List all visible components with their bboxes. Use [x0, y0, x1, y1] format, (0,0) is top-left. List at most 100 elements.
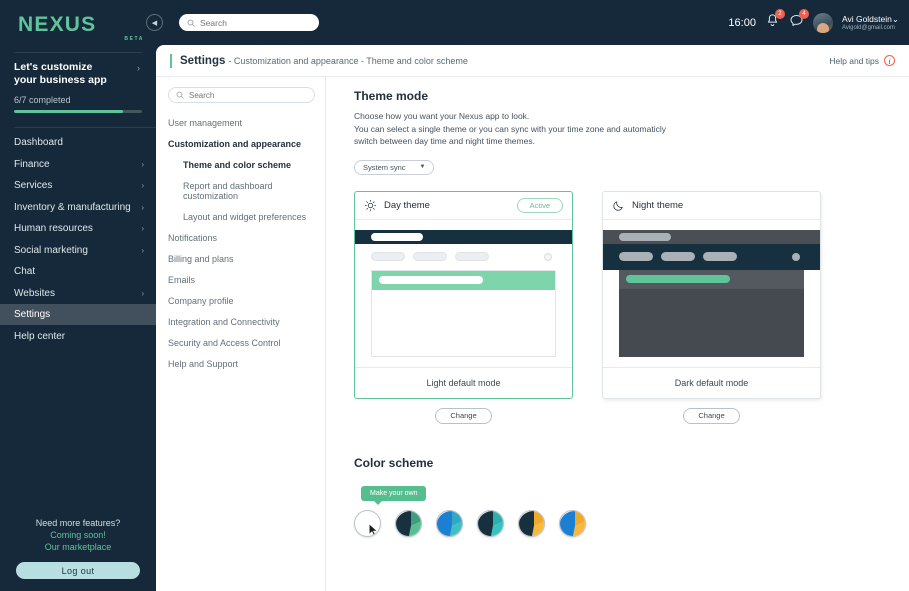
- sidebar-item-websites[interactable]: Websites ›: [14, 283, 156, 304]
- search-input[interactable]: [200, 17, 311, 28]
- submenu-item-emails[interactable]: Emails: [168, 269, 315, 290]
- sidebar-item-label: Chat: [14, 266, 36, 277]
- sidebar-item-help-center[interactable]: Help center: [14, 326, 156, 347]
- chevron-down-icon: ⌄: [891, 13, 899, 24]
- theme-mode-heading: Theme mode: [354, 89, 429, 103]
- chevron-right-icon: ›: [137, 63, 140, 73]
- need-features-label: Need more features?: [35, 518, 121, 528]
- day-theme-card[interactable]: Day theme Active Light default mode: [354, 190, 573, 399]
- day-theme-header: Day theme Active: [355, 192, 572, 220]
- submenu-item-layout-widget[interactable]: Layout and widget preferences: [168, 206, 315, 227]
- moon-icon: [613, 200, 623, 211]
- page-title: Settings: [180, 54, 226, 67]
- day-theme-change-button[interactable]: Change: [435, 407, 492, 424]
- sidebar-item-dashboard[interactable]: Dashboard: [14, 132, 156, 153]
- sidebar: NEXUS BETA Let's customize your business…: [0, 0, 156, 591]
- submenu-search[interactable]: [168, 87, 315, 103]
- submenu-item-security[interactable]: Security and Access Control: [168, 332, 315, 353]
- onboarding-promo[interactable]: Let's customize your business app › 6/7 …: [14, 52, 142, 113]
- theme-desc-line-3: switch between day time and night time t…: [354, 136, 535, 146]
- sidebar-item-inventory[interactable]: Inventory & manufacturing ›: [14, 197, 156, 218]
- avatar[interactable]: [812, 12, 833, 33]
- submenu-item-help-support[interactable]: Help and Support: [168, 353, 315, 374]
- make-your-own-tooltip: Make your own: [361, 485, 427, 505]
- chevron-right-icon: ›: [141, 202, 144, 212]
- clock: 16:00: [728, 16, 756, 29]
- preview-content-panel: [619, 269, 804, 357]
- system-sync-value: System sync: [363, 162, 406, 172]
- sun-icon: [364, 199, 377, 211]
- preview-topbar: [355, 229, 572, 244]
- swatch-pie: [437, 510, 462, 536]
- preview-toolbar: [355, 243, 572, 270]
- user-menu[interactable]: Avi Goldstein⌄ Avigold@gmail.com: [842, 14, 899, 32]
- notifications-button[interactable]: 2: [765, 8, 785, 33]
- preview-chip: [455, 252, 489, 261]
- collapse-sidebar-icon[interactable]: ◀: [146, 14, 163, 31]
- chevron-down-icon: ▼: [419, 164, 426, 170]
- sidebar-item-human-resources[interactable]: Human resources ›: [14, 218, 156, 239]
- sidebar-item-label: Websites: [14, 287, 55, 299]
- swatch-pie: [396, 510, 421, 536]
- promo-progress-label: 6/7 completed: [14, 95, 71, 105]
- theme-desc-line-2: You can select a single theme or you can…: [354, 123, 666, 134]
- swatch-blue-amber[interactable]: [559, 509, 586, 537]
- preview-chip: [371, 252, 405, 261]
- sidebar-item-settings[interactable]: Settings: [0, 304, 156, 325]
- brand-logo[interactable]: NEXUS BETA: [0, 0, 156, 46]
- submenu-item-report-dashboard[interactable]: Report and dashboard customization: [168, 175, 315, 206]
- night-theme-preview: [603, 219, 820, 367]
- swatch-blue-teal[interactable]: [436, 509, 463, 537]
- chevron-right-icon: ›: [141, 288, 144, 298]
- marketplace-link[interactable]: Our marketplace: [0, 542, 156, 552]
- settings-content: Theme mode Choose how you want your Nexu…: [326, 77, 909, 591]
- day-theme-preview: [355, 219, 572, 367]
- submenu-item-notifications[interactable]: Notifications: [168, 227, 315, 248]
- sidebar-item-chat[interactable]: Chat: [14, 261, 156, 282]
- submenu-item-customization[interactable]: Customization and appearance: [168, 133, 315, 154]
- submenu-item-user-management[interactable]: User management: [168, 112, 315, 133]
- system-sync-dropdown[interactable]: System sync ▼: [354, 159, 435, 175]
- preview-logo-pill: [619, 232, 671, 241]
- promo-line-1: Let's customize: [14, 61, 93, 73]
- swatch-pie: [519, 510, 544, 536]
- submenu-item-theme-color-scheme[interactable]: Theme and color scheme: [168, 154, 315, 175]
- submenu-item-company-profile[interactable]: Company profile: [168, 290, 315, 311]
- swatch-dark-green[interactable]: [395, 509, 422, 537]
- sidebar-footer: Need more features? Coming soon! Our mar…: [0, 518, 156, 579]
- theme-desc-line-1: Choose how you want your Nexus app to lo…: [354, 111, 530, 121]
- coming-soon-link[interactable]: Coming soon!: [0, 530, 156, 540]
- info-icon: i: [884, 55, 895, 66]
- messages-button[interactable]: 4: [789, 8, 809, 33]
- sidebar-item-label: Dashboard: [14, 137, 63, 148]
- theme-cards: Day theme Active Light default mode Nigh…: [354, 190, 895, 399]
- night-theme-change-button[interactable]: Change: [683, 407, 740, 424]
- submenu-item-integration[interactable]: Integration and Connectivity: [168, 311, 315, 332]
- swatch-make-your-own[interactable]: [354, 509, 381, 537]
- sidebar-item-social-marketing[interactable]: Social marketing ›: [14, 240, 156, 261]
- day-theme-footer: Light default mode: [355, 366, 572, 398]
- global-search[interactable]: [179, 14, 319, 31]
- sidebar-item-label: Inventory & manufacturing: [14, 201, 131, 213]
- main-nav: Dashboard Finance › Services › Inventory…: [0, 127, 156, 347]
- night-theme-card[interactable]: Night theme Dark default mode: [602, 190, 821, 399]
- swatch-navy-amber[interactable]: [518, 509, 545, 537]
- help-and-tips-button[interactable]: Help and tips i: [829, 55, 895, 66]
- logout-button[interactable]: Log out: [16, 562, 140, 579]
- top-bar: ◀ 16:00 2 4: [146, 0, 909, 45]
- swatch-navy-teal[interactable]: [477, 509, 504, 537]
- submenu-item-billing-plans[interactable]: Billing and plans: [168, 248, 315, 269]
- preview-chip: [413, 252, 447, 261]
- chevron-right-icon: ›: [141, 245, 144, 255]
- sidebar-item-label: Settings: [14, 309, 51, 320]
- sidebar-item-label: Services: [14, 180, 53, 191]
- color-swatches: [354, 509, 895, 537]
- sidebar-item-label: Social marketing: [14, 244, 88, 256]
- sidebar-item-finance[interactable]: Finance ›: [14, 154, 156, 175]
- panel-header: Settings - Customization and appearance …: [156, 45, 909, 77]
- top-bar-right: 16:00 2 4 Avi Goldstein⌄ Avigold@gmail.c…: [728, 8, 909, 33]
- submenu-search-input[interactable]: [189, 90, 307, 100]
- sidebar-item-services[interactable]: Services ›: [14, 175, 156, 196]
- settings-submenu: User management Customization and appear…: [156, 77, 326, 591]
- preview-avatar-dot: [792, 252, 800, 261]
